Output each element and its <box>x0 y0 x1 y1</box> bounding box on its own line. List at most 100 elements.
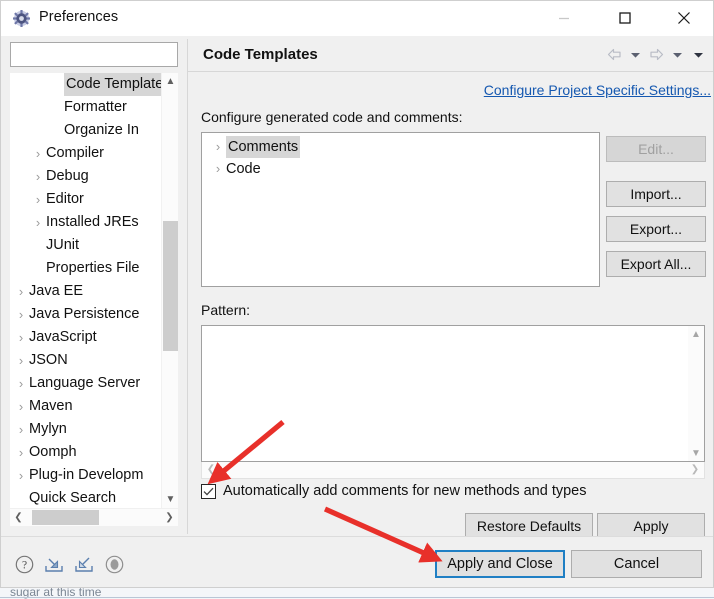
sidebar-item-maven[interactable]: › Maven <box>10 395 178 418</box>
view-menu-dropdown-icon[interactable] <box>689 45 708 64</box>
sidebar-item-javascript[interactable]: › JavaScript <box>10 326 178 349</box>
chevron-right-icon[interactable]: › <box>13 372 29 395</box>
chevron-right-icon[interactable]: › <box>13 303 29 326</box>
pattern-vertical-scrollbar[interactable]: ▲ ▼ <box>688 326 704 461</box>
pattern-label: Pattern: <box>201 302 251 318</box>
minimize-button[interactable] <box>541 1 587 35</box>
sidebar-item-json[interactable]: › JSON <box>10 349 178 372</box>
edit-button[interactable]: Edit... <box>606 136 706 162</box>
page-navigation-toolbar[interactable] <box>605 45 708 64</box>
sidebar-item-code-templates[interactable]: Code Templates <box>10 73 178 96</box>
page-title: Code Templates <box>203 46 318 63</box>
scroll-right-icon[interactable]: ❯ <box>161 509 178 526</box>
forward-arrow-icon[interactable] <box>647 45 666 64</box>
sidebar-item-installed-jres[interactable]: › Installed JREs <box>10 211 178 234</box>
checkmark-icon <box>203 487 214 496</box>
chevron-right-icon[interactable]: › <box>13 280 29 303</box>
apply-and-close-button[interactable]: Apply and Close <box>435 550 565 578</box>
sidebar-item-label: Code Templates <box>64 73 173 96</box>
sidebar-item-debug[interactable]: › Debug <box>10 165 178 188</box>
auto-comment-checkbox[interactable] <box>201 483 216 499</box>
help-icon[interactable]: ? <box>13 553 35 575</box>
pattern-scroll-down-icon[interactable]: ▼ <box>688 445 704 461</box>
filter-input[interactable] <box>11 43 177 66</box>
record-icon[interactable] <box>103 553 125 575</box>
sidebar-item-label: Language Server <box>29 375 141 391</box>
sidebar-item-formatter[interactable]: Formatter <box>10 96 178 119</box>
pattern-scroll-right-icon[interactable]: ❯ <box>687 462 703 477</box>
chevron-right-icon[interactable]: › <box>13 464 29 487</box>
templates-tree[interactable]: › Comments › Code <box>201 132 600 287</box>
pattern-scroll-up-icon[interactable]: ▲ <box>688 326 704 342</box>
maximize-button[interactable] <box>602 1 648 35</box>
sidebar-item-quick-search[interactable]: Quick Search <box>10 487 178 508</box>
auto-comment-row[interactable]: Automatically add comments for new metho… <box>201 483 586 499</box>
chevron-right-icon[interactable]: › <box>13 326 29 349</box>
chevron-right-icon[interactable]: › <box>13 418 29 441</box>
sidebar-item-java-ee[interactable]: › Java EE <box>10 280 178 303</box>
import-preferences-icon[interactable] <box>43 553 65 575</box>
template-item-code[interactable]: › Code <box>202 158 599 180</box>
preferences-dialog: Preferences Code Templates Formatter Organ… <box>0 0 714 588</box>
chevron-right-icon[interactable]: › <box>30 142 46 165</box>
tree-horizontal-scroll-thumb[interactable] <box>32 510 99 525</box>
sidebar-item-plug-in-developm[interactable]: › Plug-in Developm <box>10 464 178 487</box>
sidebar-item-label: JUnit <box>46 237 80 253</box>
close-button[interactable] <box>661 1 707 35</box>
sidebar-item-label: Editor <box>46 191 84 207</box>
pattern-box[interactable]: ▲ ▼ <box>201 325 705 462</box>
sidebar-item-label: Debug <box>46 168 89 184</box>
sidebar-item-label: Plug-in Developm <box>29 467 144 483</box>
sidebar-item-label: Quick Search <box>29 490 117 506</box>
sidebar-item-mylyn[interactable]: › Mylyn <box>10 418 178 441</box>
sidebar-item-java-persistence[interactable]: › Java Persistence <box>10 303 178 326</box>
project-settings-link-row: Configure Project Specific Settings... <box>188 82 713 98</box>
sidebar-item-label: Formatter <box>64 99 127 115</box>
cancel-button[interactable]: Cancel <box>571 550 702 578</box>
sidebar-item-junit[interactable]: JUnit <box>10 234 178 257</box>
tree-horizontal-scrollbar[interactable]: ❮ ❯ <box>10 509 178 526</box>
filter-field-wrapper[interactable] <box>10 42 178 67</box>
sidebar-item-label: Maven <box>29 398 73 414</box>
chevron-right-icon[interactable]: › <box>30 188 46 211</box>
pattern-scroll-left-icon[interactable]: ❮ <box>203 462 219 477</box>
chevron-right-icon[interactable]: › <box>30 165 46 188</box>
chevron-right-icon[interactable]: › <box>13 349 29 372</box>
sidebar-item-label: Compiler <box>46 145 105 161</box>
minimize-icon <box>558 12 570 24</box>
preferences-tree[interactable]: Code Templates Formatter Organize In › Compi… <box>10 73 178 508</box>
pattern-textarea[interactable] <box>202 326 688 461</box>
tree-vertical-scrollbar[interactable]: ▲ ▼ <box>161 73 178 508</box>
export-button[interactable]: Export... <box>606 216 706 242</box>
configure-project-specific-settings-link[interactable]: Configure Project Specific Settings... <box>484 82 711 98</box>
sidebar-item-label: Mylyn <box>29 421 67 437</box>
back-arrow-icon[interactable] <box>605 45 624 64</box>
chevron-right-icon[interactable]: › <box>210 136 226 158</box>
sidebar-item-compiler[interactable]: › Compiler <box>10 142 178 165</box>
forward-dropdown-icon[interactable] <box>668 45 687 64</box>
back-dropdown-icon[interactable] <box>626 45 645 64</box>
export-all-button[interactable]: Export All... <box>606 251 706 277</box>
chevron-right-icon[interactable]: › <box>13 441 29 464</box>
chevron-right-icon[interactable]: › <box>30 211 46 234</box>
sidebar-item-properties-file[interactable]: Properties File <box>10 257 178 280</box>
sidebar-item-organize-in[interactable]: Organize In <box>10 119 178 142</box>
chevron-right-icon[interactable]: › <box>210 158 226 180</box>
sidebar-item-label: Organize In <box>64 122 139 138</box>
scroll-down-icon[interactable]: ▼ <box>162 491 179 508</box>
scroll-left-icon[interactable]: ❮ <box>10 509 27 526</box>
pattern-horizontal-scrollbar[interactable]: ❮ ❯ <box>201 462 705 479</box>
background-rule <box>0 597 714 598</box>
import-button[interactable]: Import... <box>606 181 706 207</box>
background-sliver: sugar at this time <box>0 588 714 599</box>
close-icon <box>677 11 691 25</box>
sidebar-item-editor[interactable]: › Editor <box>10 188 178 211</box>
export-preferences-icon[interactable] <box>73 553 95 575</box>
tree-vertical-scroll-thumb[interactable] <box>163 221 178 351</box>
sidebar-item-language-server[interactable]: › Language Server <box>10 372 178 395</box>
template-item-comments[interactable]: › Comments <box>202 136 599 158</box>
sidebar-item-label: Java Persistence <box>29 306 140 322</box>
sidebar-item-oomph[interactable]: › Oomph <box>10 441 178 464</box>
chevron-right-icon[interactable]: › <box>13 395 29 418</box>
scroll-up-icon[interactable]: ▲ <box>162 73 179 90</box>
